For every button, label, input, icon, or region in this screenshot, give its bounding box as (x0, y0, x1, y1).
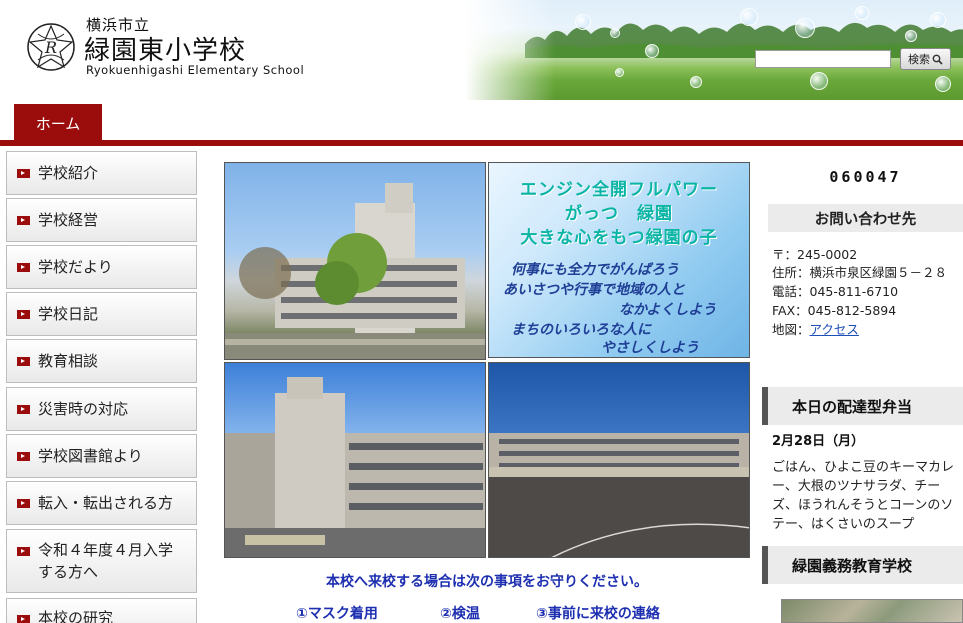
bubble-decoration (905, 30, 917, 42)
sidebar-item-label: 災害時の対応 (38, 400, 129, 418)
sidebar-item-label: 教育相談 (38, 352, 99, 370)
bubble-decoration (930, 12, 946, 28)
bubble-decoration (645, 44, 659, 58)
sidebar-item-label-line2: する方へ (38, 563, 99, 581)
visitor-rule-temperature: ②検温 (440, 606, 480, 622)
sidebar-item-label-line1: 令和４年度４月入学 (38, 541, 174, 559)
svg-text:R: R (44, 38, 57, 57)
lunch-date: 2月28日（月） (772, 434, 865, 449)
bubble-decoration (690, 76, 702, 88)
sidebar-item-counseling[interactable]: 教育相談 (6, 339, 197, 383)
search-icon (932, 54, 943, 65)
bubble-decoration (855, 6, 869, 20)
sidebar-item-research[interactable]: 本校の研究 (6, 598, 197, 623)
arrow-bullet-icon (17, 547, 30, 556)
sidebar-item-school-management[interactable]: 学校経営 (6, 198, 197, 242)
arrow-bullet-icon (17, 615, 30, 623)
arrow-bullet-icon (17, 498, 30, 508)
sidebar-item-disaster-response[interactable]: 災害時の対応 (6, 387, 197, 431)
nav-underline (0, 140, 963, 146)
arrow-bullet-icon (17, 451, 30, 461)
motto-line-2: あいさつや行事で地域の人と (503, 282, 685, 298)
visitor-rule-mask: ①マスク着用 (296, 606, 378, 622)
motto-line-4: まちのいろいろな人に (511, 322, 651, 338)
arrow-bullet-icon (17, 262, 30, 272)
slogan-line-3: 大きな心をもつ緑園の子 (520, 228, 718, 248)
sidebar-item-label: 令和４年度４月入学 する方へ (38, 539, 173, 583)
school-emblem-logo[interactable]: R (26, 22, 76, 72)
arrow-bullet-icon (17, 309, 30, 319)
motto-line-1: 何事にも全力でがんばろう (511, 262, 679, 278)
banner-fade (465, 0, 555, 100)
lunch-menu: ごはん、ひよこ豆のキーマカレー、大根のツナサラダ、チーズ、ほうれんそうとコーンの… (772, 460, 955, 532)
contact-postal: 〒：245-0002 (772, 247, 858, 262)
school-name-english: Ryokuenhigashi Elementary School (86, 63, 305, 77)
school-building-photo-1 (224, 162, 486, 360)
contact-phone: 電話：045-811-6710 (772, 284, 899, 299)
access-link[interactable]: アクセス (810, 322, 859, 337)
building-graphic (225, 183, 485, 359)
school-building-photo-2 (224, 362, 486, 558)
sidebar-item-library[interactable]: 学校図書館より (6, 434, 197, 478)
contact-map: 地図：アクセス (772, 319, 859, 338)
school-playground-photo (488, 362, 750, 558)
motto-line-3: なかよくしよう (619, 302, 717, 318)
visitor-counter: 060047 (829, 168, 902, 186)
sidebar-item-label: 学校日記 (38, 305, 99, 323)
site-header: R 横浜市立 緑園東小学校 Ryokuenhigashi Elementary … (0, 0, 963, 100)
sidebar-item-transfer[interactable]: 転入・転出される方 (6, 481, 197, 525)
sidebar-item-label: 学校だより (38, 258, 113, 276)
sidebar-item-label: 学校経営 (38, 211, 99, 229)
arrow-bullet-icon (17, 168, 30, 178)
sidebar-item-label: 本校の研究 (38, 609, 114, 623)
contact-fax: FAX：045-812-5894 (772, 303, 897, 318)
search-input[interactable] (755, 50, 891, 68)
arrow-bullet-icon (17, 356, 30, 366)
school-name[interactable]: 緑園東小学校 (84, 30, 246, 67)
slogan-line-2: がっつ 緑園 (565, 204, 673, 224)
sidebar-item-school-diary[interactable]: 学校日記 (6, 292, 197, 336)
compulsory-school-photo[interactable] (781, 599, 963, 623)
school-slogan-panel: エンジン全開フルパワー がっつ 緑園 大きな心をもつ緑園の子 何事にも全力でがん… (488, 162, 750, 358)
arrow-bullet-icon (17, 215, 30, 225)
visitor-notice: 本校へ来校する場合は次の事項をお守りください。 (326, 574, 648, 590)
sidebar-item-newsletter[interactable]: 学校だより (6, 245, 197, 289)
bubble-decoration (810, 72, 828, 90)
nav-tab-home[interactable]: ホーム (14, 104, 102, 142)
sidebar-item-label: 学校紹介 (38, 164, 99, 182)
contact-map-label: 地図： (772, 322, 810, 337)
building-graphic (225, 377, 485, 557)
search-button[interactable]: 検索 (900, 48, 951, 70)
page: R 横浜市立 緑園東小学校 Ryokuenhigashi Elementary … (0, 0, 963, 623)
contact-heading: お問い合わせ先 (768, 204, 963, 232)
compulsory-school-heading[interactable]: 緑園義務教育学校 (762, 546, 963, 584)
bubble-decoration (740, 8, 758, 26)
sidebar-item-school-intro[interactable]: 学校紹介 (6, 151, 197, 195)
bubble-decoration (615, 68, 624, 77)
lunch-heading: 本日の配達型弁当 (762, 387, 963, 425)
contact-address: 住所：横浜市泉区緑園５－２８ (772, 265, 948, 280)
search-button-label: 検索 (908, 53, 930, 66)
motto-line-5: やさしくしよう (601, 340, 699, 356)
building-graphic (489, 433, 749, 557)
bubble-decoration (610, 28, 620, 38)
sidebar-item-label: 学校図書館より (38, 447, 143, 465)
visitor-rule-contact: ③事前に来校の連絡 (536, 606, 660, 622)
bubble-decoration (575, 14, 591, 30)
sidebar-item-label: 転入・転出される方 (38, 494, 174, 512)
bubble-decoration (795, 18, 815, 38)
bubble-decoration (935, 76, 951, 92)
slogan-line-1: エンジン全開フルパワー (520, 180, 718, 200)
arrow-bullet-icon (17, 404, 30, 414)
sidebar-item-new-enrollment[interactable]: 令和４年度４月入学 する方へ (6, 529, 197, 593)
